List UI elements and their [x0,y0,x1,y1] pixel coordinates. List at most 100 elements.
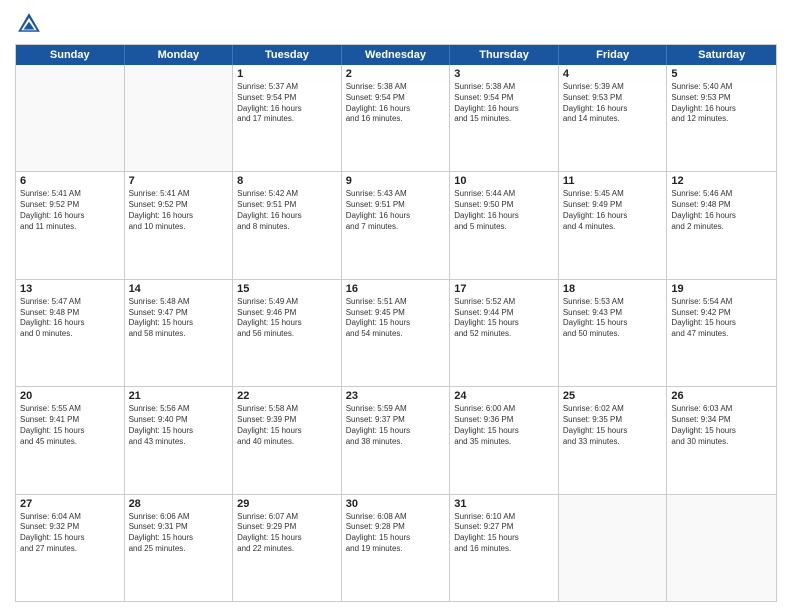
day-number: 19 [671,283,772,295]
calendar-day-cell: 9 Sunrise: 5:43 AM Sunset: 9:51 PM Daylig… [342,172,451,278]
calendar-day-cell: 14 Sunrise: 5:48 AM Sunset: 9:47 PM Dayli… [125,280,234,386]
calendar-day-cell: 8 Sunrise: 5:42 AM Sunset: 9:51 PM Daylig… [233,172,342,278]
calendar-day-cell: 26 Sunrise: 6:03 AM Sunset: 9:34 PM Dayli… [667,387,776,493]
day-content: Sunrise: 5:55 AM Sunset: 9:41 PM Dayligh… [20,404,120,447]
day-content: Sunrise: 6:04 AM Sunset: 9:32 PM Dayligh… [20,512,120,555]
day-number: 12 [671,175,772,187]
day-number: 30 [346,498,446,510]
calendar-day-cell: 12 Sunrise: 5:46 AM Sunset: 9:48 PM Dayli… [667,172,776,278]
day-content: Sunrise: 5:43 AM Sunset: 9:51 PM Dayligh… [346,189,446,232]
calendar-week-row: 1Sunrise: 5:37 AM Sunset: 9:54 PM Daylig… [16,65,776,172]
day-content: Sunrise: 5:45 AM Sunset: 9:49 PM Dayligh… [563,189,663,232]
header [15,10,777,38]
weekday-header: Tuesday [233,45,342,65]
logo-icon [15,10,43,38]
day-number: 7 [129,175,229,187]
day-content: Sunrise: 5:49 AM Sunset: 9:46 PM Dayligh… [237,297,337,340]
day-number: 15 [237,283,337,295]
day-number: 5 [671,68,772,80]
day-number: 8 [237,175,337,187]
day-content: Sunrise: 6:03 AM Sunset: 9:34 PM Dayligh… [671,404,772,447]
calendar-day-cell: 30 Sunrise: 6:08 AM Sunset: 9:28 PM Dayli… [342,495,451,601]
day-content: Sunrise: 6:07 AM Sunset: 9:29 PM Dayligh… [237,512,337,555]
day-content: Sunrise: 6:00 AM Sunset: 9:36 PM Dayligh… [454,404,554,447]
weekday-header: Friday [559,45,668,65]
day-number: 4 [563,68,663,80]
weekday-header: Monday [125,45,234,65]
calendar-day-cell: 25 Sunrise: 6:02 AM Sunset: 9:35 PM Dayli… [559,387,668,493]
calendar-day-cell: 27 Sunrise: 6:04 AM Sunset: 9:32 PM Dayli… [16,495,125,601]
calendar-empty-cell [667,495,776,601]
day-content: Sunrise: 6:10 AM Sunset: 9:27 PM Dayligh… [454,512,554,555]
calendar-header: SundayMondayTuesdayWednesdayThursdayFrid… [16,45,776,65]
day-content: Sunrise: 5:46 AM Sunset: 9:48 PM Dayligh… [671,189,772,232]
calendar-day-cell: 3Sunrise: 5:38 AM Sunset: 9:54 PM Daylig… [450,65,559,171]
calendar-day-cell: 16 Sunrise: 5:51 AM Sunset: 9:45 PM Dayli… [342,280,451,386]
day-number: 28 [129,498,229,510]
day-number: 1 [237,68,337,80]
weekday-header: Sunday [16,45,125,65]
calendar-day-cell: 21 Sunrise: 5:56 AM Sunset: 9:40 PM Dayli… [125,387,234,493]
calendar-day-cell: 28 Sunrise: 6:06 AM Sunset: 9:31 PM Dayli… [125,495,234,601]
calendar: SundayMondayTuesdayWednesdayThursdayFrid… [15,44,777,602]
calendar-day-cell: 5 Sunrise: 5:40 AM Sunset: 9:53 PM Daylig… [667,65,776,171]
weekday-header: Saturday [667,45,776,65]
day-number: 16 [346,283,446,295]
day-number: 14 [129,283,229,295]
calendar-day-cell: 2Sunrise: 5:38 AM Sunset: 9:54 PM Daylig… [342,65,451,171]
day-number: 25 [563,390,663,402]
day-number: 10 [454,175,554,187]
calendar-day-cell: 24 Sunrise: 6:00 AM Sunset: 9:36 PM Dayli… [450,387,559,493]
calendar-day-cell: 19 Sunrise: 5:54 AM Sunset: 9:42 PM Dayli… [667,280,776,386]
day-content: Sunrise: 6:08 AM Sunset: 9:28 PM Dayligh… [346,512,446,555]
day-content: Sunrise: 5:58 AM Sunset: 9:39 PM Dayligh… [237,404,337,447]
day-content: Sunrise: 5:41 AM Sunset: 9:52 PM Dayligh… [20,189,120,232]
calendar-day-cell: 6 Sunrise: 5:41 AM Sunset: 9:52 PM Daylig… [16,172,125,278]
weekday-header: Wednesday [342,45,451,65]
day-content: Sunrise: 5:38 AM Sunset: 9:54 PM Dayligh… [454,82,554,125]
day-number: 17 [454,283,554,295]
day-content: Sunrise: 5:40 AM Sunset: 9:53 PM Dayligh… [671,82,772,125]
day-content: Sunrise: 6:06 AM Sunset: 9:31 PM Dayligh… [129,512,229,555]
day-number: 31 [454,498,554,510]
day-number: 9 [346,175,446,187]
day-content: Sunrise: 5:54 AM Sunset: 9:42 PM Dayligh… [671,297,772,340]
day-content: Sunrise: 5:52 AM Sunset: 9:44 PM Dayligh… [454,297,554,340]
day-content: Sunrise: 6:02 AM Sunset: 9:35 PM Dayligh… [563,404,663,447]
calendar-week-row: 6 Sunrise: 5:41 AM Sunset: 9:52 PM Daylig… [16,172,776,279]
day-number: 6 [20,175,120,187]
calendar-day-cell: 17 Sunrise: 5:52 AM Sunset: 9:44 PM Dayli… [450,280,559,386]
calendar-empty-cell [16,65,125,171]
day-content: Sunrise: 5:41 AM Sunset: 9:52 PM Dayligh… [129,189,229,232]
calendar-week-row: 20Sunrise: 5:55 AM Sunset: 9:41 PM Dayli… [16,387,776,494]
day-number: 24 [454,390,554,402]
day-number: 27 [20,498,120,510]
day-content: Sunrise: 5:59 AM Sunset: 9:37 PM Dayligh… [346,404,446,447]
day-number: 29 [237,498,337,510]
calendar-week-row: 13Sunrise: 5:47 AM Sunset: 9:48 PM Dayli… [16,280,776,387]
day-number: 21 [129,390,229,402]
weekday-header: Thursday [450,45,559,65]
calendar-day-cell: 23 Sunrise: 5:59 AM Sunset: 9:37 PM Dayli… [342,387,451,493]
day-content: Sunrise: 5:38 AM Sunset: 9:54 PM Dayligh… [346,82,446,125]
calendar-empty-cell [125,65,234,171]
day-content: Sunrise: 5:42 AM Sunset: 9:51 PM Dayligh… [237,189,337,232]
day-content: Sunrise: 5:53 AM Sunset: 9:43 PM Dayligh… [563,297,663,340]
logo [15,10,47,38]
calendar-day-cell: 29 Sunrise: 6:07 AM Sunset: 9:29 PM Dayli… [233,495,342,601]
day-number: 23 [346,390,446,402]
day-content: Sunrise: 5:48 AM Sunset: 9:47 PM Dayligh… [129,297,229,340]
day-content: Sunrise: 5:51 AM Sunset: 9:45 PM Dayligh… [346,297,446,340]
calendar-body: 1Sunrise: 5:37 AM Sunset: 9:54 PM Daylig… [16,65,776,601]
day-content: Sunrise: 5:56 AM Sunset: 9:40 PM Dayligh… [129,404,229,447]
day-content: Sunrise: 5:39 AM Sunset: 9:53 PM Dayligh… [563,82,663,125]
day-number: 18 [563,283,663,295]
calendar-day-cell: 15 Sunrise: 5:49 AM Sunset: 9:46 PM Dayli… [233,280,342,386]
calendar-empty-cell [559,495,668,601]
calendar-day-cell: 22 Sunrise: 5:58 AM Sunset: 9:39 PM Dayli… [233,387,342,493]
day-number: 26 [671,390,772,402]
day-number: 22 [237,390,337,402]
calendar-day-cell: 1Sunrise: 5:37 AM Sunset: 9:54 PM Daylig… [233,65,342,171]
day-number: 13 [20,283,120,295]
day-content: Sunrise: 5:44 AM Sunset: 9:50 PM Dayligh… [454,189,554,232]
